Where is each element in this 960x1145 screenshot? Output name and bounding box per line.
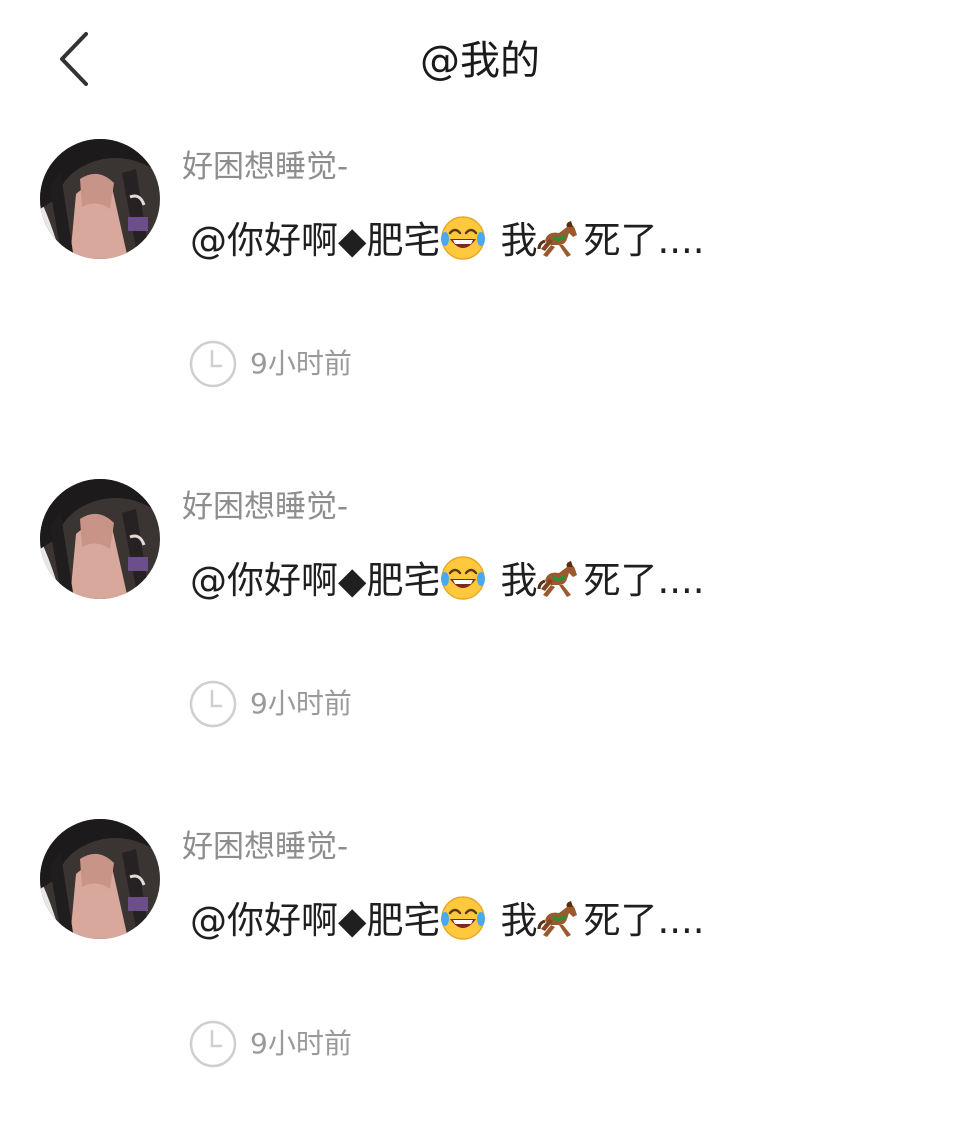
content-prefix: @你好啊◆肥宅	[190, 559, 441, 602]
content-prefix: @你好啊◆肥宅	[190, 219, 441, 262]
time-text: 9小时前	[250, 687, 352, 720]
time-text: 9小时前	[250, 347, 352, 380]
top-bar: @我的	[0, 0, 960, 125]
tears-of-joy-emoji-icon	[440, 895, 486, 953]
avatar[interactable]	[40, 139, 160, 259]
clock-icon	[189, 1020, 237, 1068]
mention-item[interactable]: 好困想睡觉- @你好啊◆肥宅 我 死了.... 9小时前	[0, 805, 960, 1145]
horse-emoji-icon	[537, 895, 583, 953]
content-prefix: @你好啊◆肥宅	[190, 899, 441, 942]
horse-emoji-icon	[537, 555, 583, 613]
avatar[interactable]	[40, 819, 160, 939]
tears-of-joy-emoji-icon	[440, 215, 486, 273]
time-text: 9小时前	[250, 1027, 352, 1060]
content-suffix: 死了....	[583, 559, 705, 602]
mention-content[interactable]: @你好啊◆肥宅 我 死了....	[190, 895, 705, 953]
content-middle: 我	[500, 219, 538, 262]
content-middle: 我	[500, 559, 538, 602]
mention-content[interactable]: @你好啊◆肥宅 我 死了....	[190, 555, 705, 613]
mention-item[interactable]: 好困想睡觉- @你好啊◆肥宅 我 死了.... 9小时前	[0, 465, 960, 805]
username[interactable]: 好困想睡觉-	[182, 487, 348, 527]
page-title: @我的	[420, 38, 540, 84]
content-suffix: 死了....	[583, 899, 705, 942]
mention-list: 好困想睡觉- @你好啊◆肥宅我死了.... 9小时前 好困想睡觉- @你好啊◆肥…	[0, 125, 960, 1145]
clock-icon	[189, 340, 237, 388]
mention-item[interactable]: 好困想睡觉- @你好啊◆肥宅 我 死了.... 9小时前	[0, 125, 960, 465]
avatar[interactable]	[40, 479, 160, 599]
horse-emoji-icon	[537, 215, 583, 273]
username[interactable]: 好困想睡觉-	[182, 147, 348, 187]
clock-icon	[189, 680, 237, 728]
content-suffix: 死了....	[583, 219, 705, 262]
mention-content[interactable]: @你好啊◆肥宅 我 死了....	[190, 215, 705, 273]
username[interactable]: 好困想睡觉-	[182, 827, 348, 867]
content-middle: 我	[500, 899, 538, 942]
tears-of-joy-emoji-icon	[440, 555, 486, 613]
